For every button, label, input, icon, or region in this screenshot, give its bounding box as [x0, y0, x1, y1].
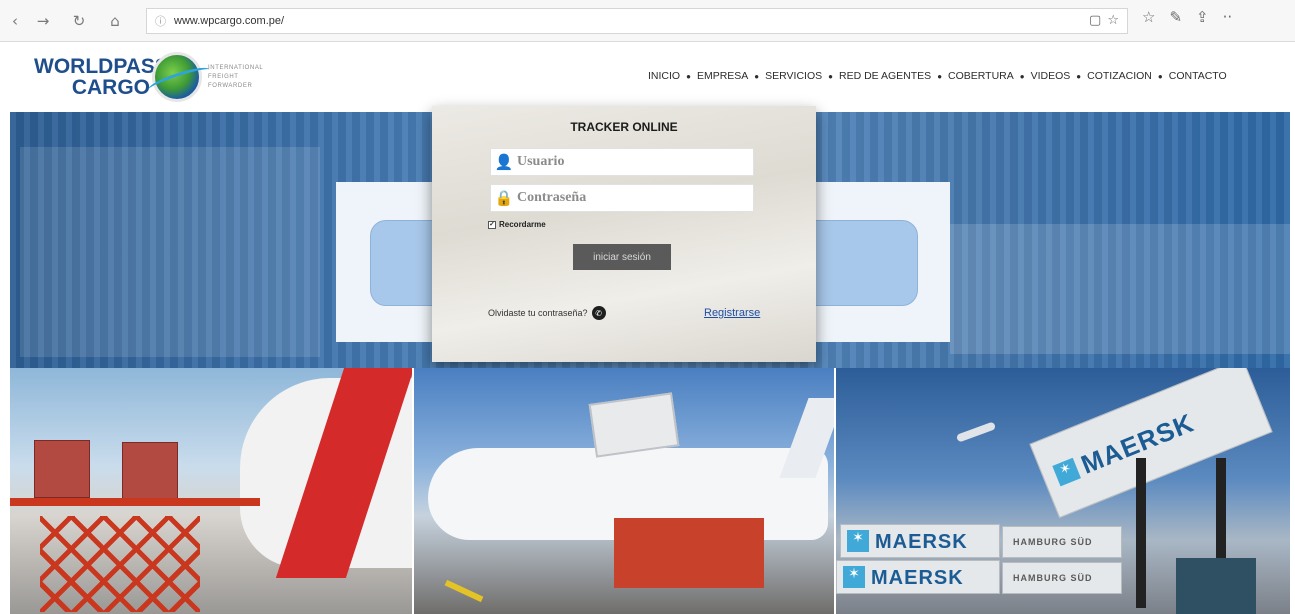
register-link[interactable]: Registrarse — [704, 307, 760, 319]
maersk-star-icon: ✶ — [1052, 457, 1081, 487]
maersk-star-icon: ✶ — [843, 566, 865, 588]
favorite-star-icon[interactable]: ☆ — [1107, 13, 1119, 28]
photo-air-cargo-loading — [10, 368, 412, 614]
tracker-login-card: TRACKER ONLINE 👤 🔒 ✓ Recordarme iniciar … — [432, 106, 816, 362]
browser-toolbar: ‹ → ↻ ⌂ ⓘ www.wpcargo.com.pe/ ▢ ☆ ☆ ✎ ⇪ … — [0, 0, 1295, 42]
nav-separator: ● — [1157, 71, 1163, 81]
nav-item-inicio[interactable]: INICIO — [648, 70, 680, 82]
back-icon[interactable]: ‹ — [2, 8, 28, 34]
reach-stacker-vehicle — [1176, 558, 1256, 614]
forward-icon[interactable]: → — [30, 8, 56, 34]
photo-cargo-plane — [414, 368, 834, 614]
site-info-icon[interactable]: ⓘ — [155, 13, 166, 29]
container-maersk: ✶ MAERSK — [836, 560, 1000, 594]
cargo-loader — [614, 518, 764, 588]
nav-separator: ● — [754, 71, 760, 81]
share-icon[interactable]: ⇪ — [1196, 8, 1209, 26]
lock-icon: 🔒 — [494, 189, 514, 207]
maersk-star-icon: ✶ — [847, 530, 869, 552]
reading-view-icon[interactable]: ▢ — [1089, 13, 1101, 28]
maersk-logo-text: MAERSK — [871, 567, 964, 589]
login-button[interactable]: iniciar sesión — [573, 244, 671, 270]
hero-container-stack — [950, 224, 1290, 354]
container-hamburg: HAMBURG SÜD — [1002, 526, 1122, 558]
nav-separator: ● — [1019, 71, 1025, 81]
nav-item-cobertura[interactable]: COBERTURA — [948, 70, 1014, 82]
scissor-lift — [10, 498, 260, 614]
nav-separator: ● — [937, 71, 943, 81]
nav-item-cotizacion[interactable]: COTIZACION — [1087, 70, 1152, 82]
username-input[interactable] — [517, 154, 737, 170]
cargo-crate — [34, 440, 90, 498]
nav-item-red-de-agentes[interactable]: RED DE AGENTES — [839, 70, 931, 82]
favorites-hub-icon[interactable]: ☆ — [1142, 8, 1155, 26]
username-field[interactable]: 👤 — [490, 148, 754, 176]
logo-sub1: INTERNATIONAL — [208, 65, 264, 71]
address-url[interactable]: www.wpcargo.com.pe/ — [174, 15, 284, 27]
password-input[interactable] — [517, 190, 737, 206]
remember-label: Recordarme — [499, 220, 546, 229]
cargo-door — [588, 392, 680, 458]
container-maersk: ✶ MAERSK — [840, 524, 1000, 558]
site-logo[interactable]: WORLDPASS CARGO INTERNATIONAL FREIGHT FO… — [34, 50, 284, 106]
forgot-password-link[interactable]: Olvidaste tu contraseña? ✆ — [488, 306, 606, 320]
photo-container-port: ✶ MAERSK ✶ MAERSK ✶ MAERSK HAMBURG SÜD H… — [836, 368, 1290, 614]
hero-container-stack — [20, 147, 320, 357]
maersk-logo-text: MAERSK — [875, 531, 968, 553]
hamburg-logo-text: HAMBURG SÜD — [1013, 573, 1093, 583]
user-icon: 👤 — [494, 153, 514, 171]
forgot-password-label[interactable]: Olvidaste tu contraseña? — [488, 308, 588, 318]
login-title: TRACKER ONLINE — [570, 120, 678, 134]
nav-item-servicios[interactable]: SERVICIOS — [765, 70, 822, 82]
logo-line2: CARGO — [71, 76, 150, 99]
tarmac-marking — [444, 579, 484, 603]
address-bar[interactable]: ⓘ www.wpcargo.com.pe/ ▢ ☆ — [146, 8, 1128, 34]
container-hamburg: HAMBURG SÜD — [1002, 562, 1122, 594]
refresh-icon[interactable]: ↻ — [66, 8, 92, 34]
site-header: WORLDPASS CARGO INTERNATIONAL FREIGHT FO… — [0, 42, 1295, 112]
home-icon[interactable]: ⌂ — [102, 8, 128, 34]
remember-me[interactable]: ✓ Recordarme — [488, 220, 546, 229]
cargo-crate — [122, 442, 178, 500]
logo-wordmark: WORLDPASS CARGO — [34, 55, 169, 99]
remember-checkbox[interactable]: ✓ — [488, 220, 496, 229]
nav-item-contacto[interactable]: CONTACTO — [1169, 70, 1227, 82]
logo-tagline: INTERNATIONAL FREIGHT FORWARDER — [208, 64, 263, 91]
logo-sub3: FORWARDER — [208, 83, 253, 89]
logo-sub2: FREIGHT — [208, 74, 239, 80]
nav-separator: ● — [1076, 71, 1082, 81]
main-nav: INICIO ● EMPRESA ● SERVICIOS ● RED DE AG… — [648, 70, 1227, 82]
pen-icon[interactable]: ✎ — [1169, 8, 1182, 26]
phone-icon[interactable]: ✆ — [591, 306, 606, 320]
logo-line1: WORLDPASS — [34, 55, 169, 78]
nav-item-empresa[interactable]: EMPRESA — [697, 70, 748, 82]
more-icon[interactable]: ·· — [1223, 8, 1233, 26]
plane-icon — [955, 421, 997, 443]
nav-separator: ● — [686, 71, 691, 81]
globe-icon — [152, 52, 202, 102]
password-field[interactable]: 🔒 — [490, 184, 754, 212]
hamburg-logo-text: HAMBURG SÜD — [1013, 537, 1093, 547]
nav-separator: ● — [828, 71, 833, 81]
nav-item-videos[interactable]: VIDEOS — [1031, 70, 1071, 82]
